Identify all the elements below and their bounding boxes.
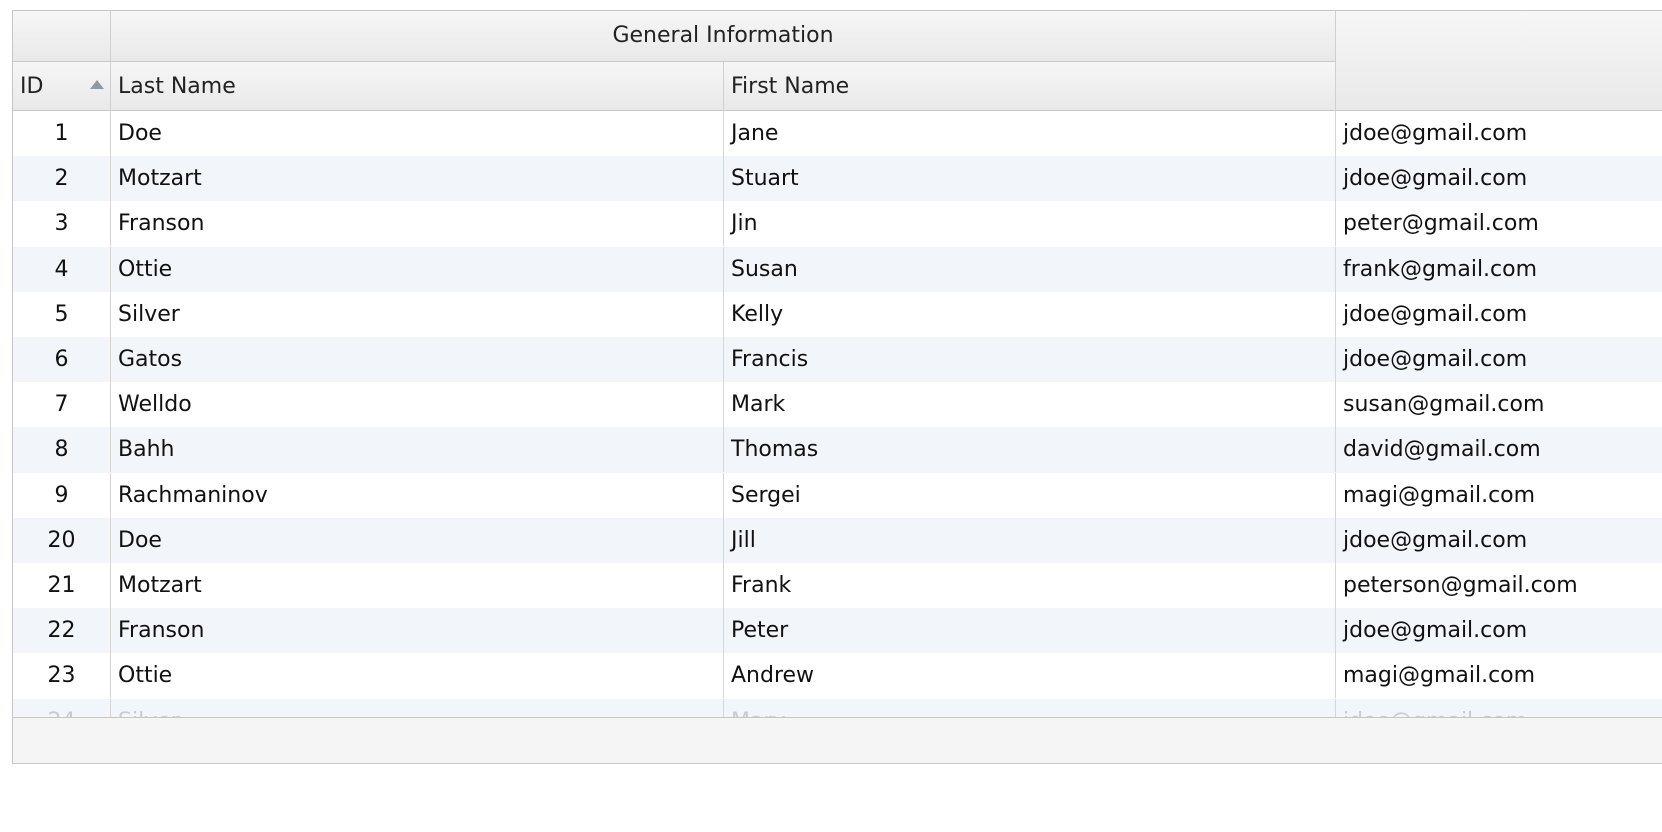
cell-id[interactable]: 7 (13, 382, 111, 428)
grid-body[interactable]: 1 Doe Jane jdoe@gmail.com 2 Motzart Stuart jdoe… (13, 111, 1662, 717)
cell-last-name[interactable]: Ottie (111, 246, 724, 292)
cell-last-name[interactable]: Silver (111, 698, 724, 717)
table-row[interactable]: 2 Motzart Stuart jdoe@gmail.com (13, 156, 1662, 202)
cell-last-name[interactable]: Franson (111, 608, 724, 654)
cell-first-name[interactable]: Frank (724, 563, 1336, 608)
table-row[interactable]: 20 Doe Jill jdoe@gmail.com (13, 517, 1662, 563)
cell-last-name[interactable]: Doe (111, 111, 724, 156)
column-header-id[interactable]: ID (13, 62, 111, 111)
cell-email[interactable]: frank@gmail.com (1336, 247, 1662, 292)
table-row[interactable]: 1 Doe Jane jdoe@gmail.com (13, 111, 1662, 157)
cell-email[interactable]: jdoe@gmail.com (1336, 111, 1662, 156)
cell-id[interactable]: 24 (13, 698, 111, 717)
sort-ascending-icon (90, 80, 104, 89)
cell-first-name[interactable]: Sergei (724, 472, 1336, 518)
cell-last-name[interactable]: Ottie (111, 653, 724, 699)
table-row[interactable]: 24SilverMaryjdoe@gmail.com (13, 698, 1662, 717)
table-row[interactable]: 23 Ottie Andrew magi@gmail.com (13, 653, 1662, 699)
cell-first-name[interactable]: Mark (724, 382, 1336, 428)
table-row[interactable]: 8 Bahh Thomas david@gmail.com (13, 427, 1662, 473)
cell-first-name[interactable]: Jill (724, 517, 1336, 563)
table-row[interactable]: 22 Franson Peter jdoe@gmail.com (13, 608, 1662, 654)
cell-id[interactable]: 5 (13, 291, 111, 337)
cell-email[interactable]: peter@gmail.com (1336, 201, 1662, 246)
cell-email[interactable]: jdoe@gmail.com (1336, 518, 1662, 563)
column-header-first-name-label: First Name (731, 74, 850, 99)
cell-id[interactable]: 1 (13, 111, 111, 156)
cell-last-name[interactable]: Bahh (111, 427, 724, 473)
table-row[interactable]: 7 Welldo Mark susan@gmail.com (13, 382, 1662, 428)
cell-first-name[interactable]: Jane (724, 111, 1336, 156)
cell-id[interactable]: 23 (13, 653, 111, 699)
table-row[interactable]: 5 Silver Kelly jdoe@gmail.com (13, 291, 1662, 337)
table-row[interactable]: 9 Rachmaninov Sergei magi@gmail.com (13, 472, 1662, 518)
cell-id[interactable]: 21 (13, 563, 111, 608)
cell-first-name[interactable]: Thomas (724, 427, 1336, 473)
cell-id[interactable]: 22 (13, 608, 111, 654)
cell-first-name[interactable]: Peter (724, 608, 1336, 654)
cell-id[interactable]: 8 (13, 427, 111, 473)
table-row[interactable]: 21 Motzart Frank peterson@gmail.com (13, 563, 1662, 609)
cell-id[interactable]: 20 (13, 517, 111, 563)
cell-first-name[interactable]: Kelly (724, 291, 1336, 337)
column-header-first-name[interactable]: First Name (724, 62, 1336, 111)
column-header-last-name[interactable]: Last Name (111, 62, 724, 111)
cell-last-name[interactable]: Motzart (111, 156, 724, 202)
data-grid: General Information ID Last Name First N… (12, 10, 1662, 764)
cell-first-name[interactable]: Mary (724, 698, 1336, 717)
table-row[interactable]: 6 Gatos Francis jdoe@gmail.com (13, 337, 1662, 383)
cell-first-name[interactable]: Jin (724, 201, 1336, 247)
column-header-last-name-label: Last Name (118, 74, 236, 99)
cell-last-name[interactable]: Doe (111, 517, 724, 563)
cell-email[interactable]: david@gmail.com (1336, 427, 1662, 472)
cell-first-name[interactable]: Francis (724, 337, 1336, 382)
cell-id[interactable]: 3 (13, 201, 111, 247)
cell-first-name[interactable]: Stuart (724, 156, 1336, 202)
cell-email[interactable]: magi@gmail.com (1336, 473, 1662, 518)
column-header-id-label: ID (20, 74, 44, 99)
cell-email[interactable]: magi@gmail.com (1336, 653, 1662, 698)
column-header-email[interactable] (1336, 11, 1662, 111)
cell-last-name[interactable]: Rachmaninov (111, 472, 724, 518)
cell-first-name[interactable]: Andrew (724, 653, 1336, 699)
grid-footer (13, 717, 1662, 763)
cell-email[interactable]: jdoe@gmail.com (1336, 156, 1662, 201)
cell-last-name[interactable]: Motzart (111, 563, 724, 608)
cell-last-name[interactable]: Gatos (111, 337, 724, 382)
cell-email[interactable]: jdoe@gmail.com (1336, 337, 1662, 382)
cell-last-name[interactable]: Welldo (111, 382, 724, 428)
cell-last-name[interactable]: Franson (111, 201, 724, 247)
cell-email[interactable]: jdoe@gmail.com (1336, 699, 1662, 717)
cell-email[interactable]: susan@gmail.com (1336, 382, 1662, 427)
cell-first-name[interactable]: Susan (724, 246, 1336, 292)
cell-email[interactable]: jdoe@gmail.com (1336, 608, 1662, 653)
cell-id[interactable]: 4 (13, 246, 111, 292)
cell-id[interactable]: 2 (13, 156, 111, 202)
group-header-general-information: General Information (111, 11, 1336, 62)
cell-email[interactable]: jdoe@gmail.com (1336, 292, 1662, 337)
cell-email[interactable]: peterson@gmail.com (1336, 563, 1662, 608)
table-row[interactable]: 3 Franson Jin peter@gmail.com (13, 201, 1662, 247)
cell-id[interactable]: 6 (13, 337, 111, 382)
header-corner (13, 11, 111, 62)
table-row[interactable]: 4 Ottie Susan frank@gmail.com (13, 246, 1662, 292)
cell-last-name[interactable]: Silver (111, 291, 724, 337)
cell-id[interactable]: 9 (13, 472, 111, 518)
